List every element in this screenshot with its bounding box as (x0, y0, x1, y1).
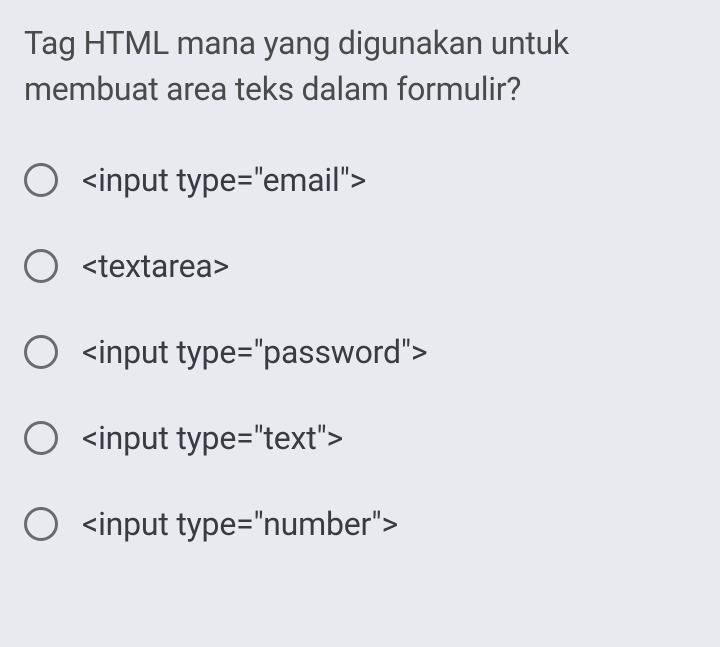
option-label: <input type="text"> (82, 419, 343, 457)
question-text: Tag HTML mana yang digunakan untuk membu… (24, 20, 696, 113)
option-label: <input type="number"> (82, 505, 398, 543)
radio-icon (24, 249, 58, 283)
option-5[interactable]: <input type="number"> (24, 505, 696, 543)
radio-icon (24, 507, 58, 541)
option-label: <input type="email"> (82, 161, 366, 199)
radio-icon (24, 335, 58, 369)
options-list: <input type="email"> <textarea> <input t… (24, 161, 696, 543)
option-1[interactable]: <input type="email"> (24, 161, 696, 199)
option-3[interactable]: <input type="password"> (24, 333, 696, 371)
radio-icon (24, 421, 58, 455)
option-2[interactable]: <textarea> (24, 247, 696, 285)
option-4[interactable]: <input type="text"> (24, 419, 696, 457)
option-label: <input type="password"> (82, 333, 427, 371)
radio-icon (24, 163, 58, 197)
option-label: <textarea> (82, 247, 229, 285)
